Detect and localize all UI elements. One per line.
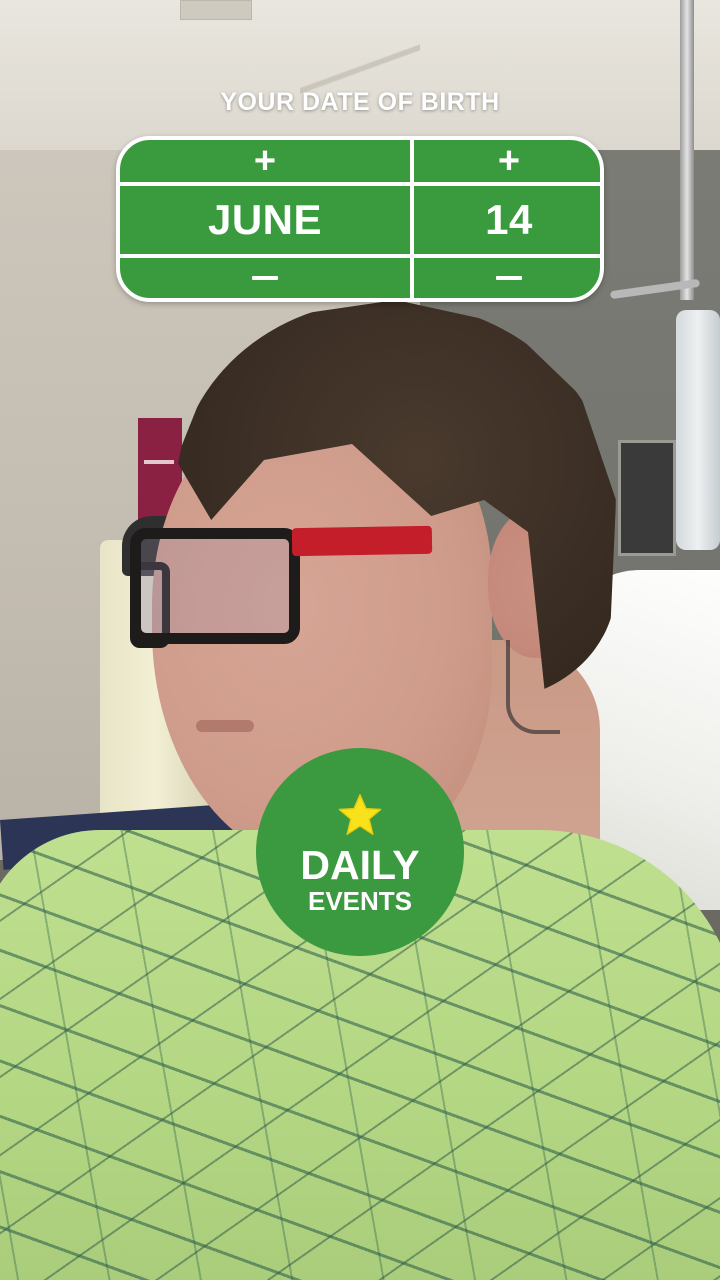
plus-icon: + (497, 139, 521, 182)
iv-bag (676, 310, 720, 550)
day-value: 14 (485, 196, 533, 243)
daily-events-button[interactable]: DAILY EVENTS (256, 748, 464, 956)
minus-icon (496, 276, 522, 280)
glasses-lens-right (130, 528, 300, 644)
day-increment-button[interactable]: + (414, 139, 600, 182)
daily-events-label-line1: DAILY (300, 842, 420, 888)
month-value: JUNE (207, 196, 323, 243)
month-decrement-button[interactable] (120, 258, 410, 298)
poster-detail (144, 460, 174, 464)
month-increment-button[interactable]: + (120, 140, 410, 182)
dob-title: YOUR DATE OF BIRTH (220, 88, 500, 116)
ceiling-edge (300, 0, 420, 150)
glasses-arm (291, 525, 433, 557)
star-icon (338, 794, 382, 836)
person-mouth (196, 720, 254, 732)
day-decrement-button[interactable] (414, 258, 600, 298)
daily-events-label-line2: EVENTS (307, 886, 413, 916)
minus-icon (252, 276, 278, 280)
wall-monitor (618, 440, 676, 556)
iv-pole (680, 0, 694, 300)
ceiling-vent (180, 0, 252, 20)
date-of-birth-picker: + JUNE + 14 (116, 136, 604, 302)
plus-icon: + (253, 139, 277, 182)
